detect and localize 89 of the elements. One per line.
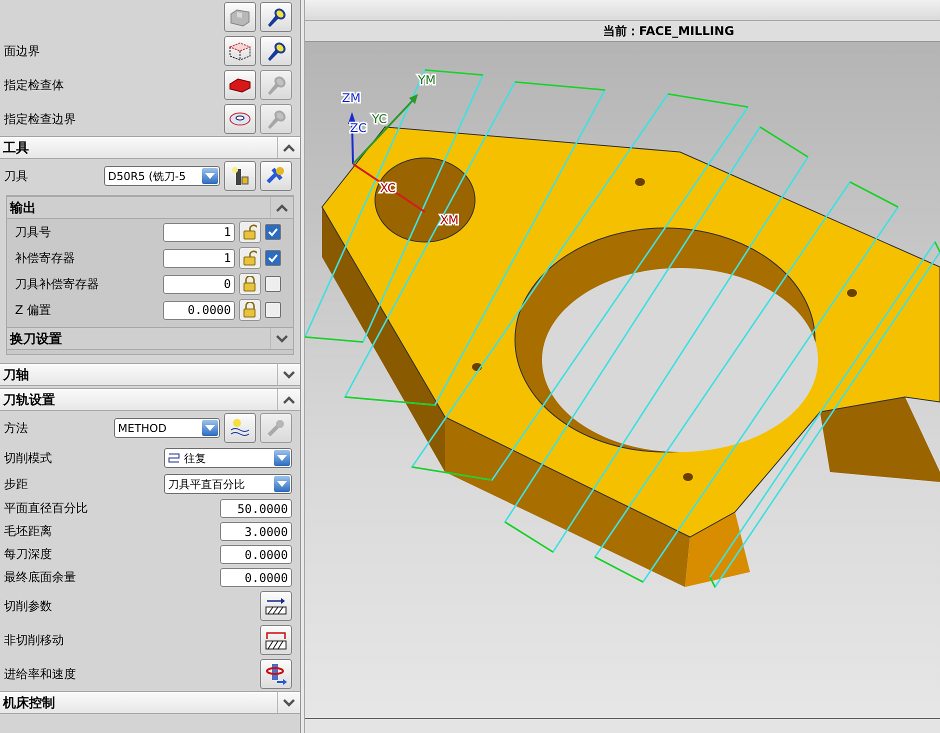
section-header[interactable]: 换刀设置 <box>7 327 293 350</box>
flashlight-icon <box>265 108 287 130</box>
axis-label: YC <box>372 112 388 126</box>
lock-button[interactable] <box>239 273 261 295</box>
field-label: 切削模式 <box>4 450 53 466</box>
checkbox[interactable] <box>265 276 281 292</box>
section-header[interactable]: 刀轨设置 <box>0 388 300 411</box>
tool-icon <box>229 165 251 187</box>
tool-settings-button[interactable] <box>260 161 292 191</box>
field-label: 切削参数 <box>4 598 53 614</box>
field-label: Z 偏置 <box>15 302 52 318</box>
field-label: 指定检查边界 <box>4 110 77 128</box>
axis-label: XM <box>440 213 459 227</box>
number-field[interactable]: 0.0000 <box>163 300 235 320</box>
section-title: 输出 <box>8 200 37 216</box>
field-label: 每刀深度 <box>4 546 53 563</box>
padlock-icon <box>243 302 257 318</box>
stepover-dropdown[interactable]: 刀具平直百分比 <box>164 474 292 494</box>
boundary-box-icon <box>228 40 252 62</box>
checkmark-icon <box>268 254 278 262</box>
edit-method-button[interactable] <box>224 413 256 443</box>
checkbox[interactable] <box>265 302 281 318</box>
flashlight-icon <box>265 74 287 96</box>
lock-button[interactable] <box>239 247 261 269</box>
section-header[interactable]: 工具 <box>0 136 300 159</box>
axis-label: ZM <box>342 91 361 105</box>
expand-chevron-icon[interactable] <box>283 698 295 706</box>
section-header[interactable]: 机床控制 <box>0 691 300 714</box>
dialog-button[interactable] <box>260 591 292 621</box>
checkmark-icon <box>268 228 278 236</box>
display-button[interactable] <box>260 2 292 32</box>
field-label: 刀具 <box>4 168 29 184</box>
solid-body-icon <box>228 76 252 94</box>
tool-dropdown[interactable]: D50R5 (铣刀-5 <box>104 166 220 186</box>
section-title: 机床控制 <box>2 694 56 712</box>
field-label: 补偿寄存器 <box>15 250 76 266</box>
cut-parameters-icon <box>264 596 288 616</box>
field-label: 刀具号 <box>15 224 52 240</box>
expand-chevron-icon[interactable] <box>283 370 295 378</box>
open-padlock-icon <box>243 250 257 266</box>
edit-tool-button[interactable] <box>224 161 256 191</box>
section-header[interactable]: 输出 <box>7 196 293 219</box>
collapse-chevron-icon[interactable] <box>283 144 295 152</box>
specify-geometry-button[interactable] <box>224 104 256 134</box>
field-label: 最终底面余量 <box>4 569 77 586</box>
checkbox[interactable] <box>265 250 281 266</box>
expand-chevron-icon[interactable] <box>276 334 288 342</box>
method-icon <box>229 417 251 439</box>
field-label: 步距 <box>4 476 29 492</box>
field-label: 平面直径百分比 <box>4 500 89 517</box>
field-label: 刀具补偿寄存器 <box>15 276 100 292</box>
feed-speed-icon <box>264 663 288 685</box>
section-header[interactable]: 刀轴 <box>0 363 300 386</box>
section-title: 刀轨设置 <box>2 392 56 408</box>
zigzag-pattern-icon <box>168 453 180 463</box>
number-field[interactable]: 0.0000 <box>220 568 292 587</box>
number-field[interactable]: 50.0000 <box>220 499 292 518</box>
wrench-icon <box>266 418 286 438</box>
flashlight-icon <box>265 40 287 62</box>
field-label: 方法 <box>4 420 29 436</box>
number-field[interactable]: 3.0000 <box>220 522 292 541</box>
open-padlock-icon <box>243 224 257 240</box>
padlock-icon <box>243 276 257 292</box>
section-title: 换刀设置 <box>8 330 63 348</box>
collapse-chevron-icon[interactable] <box>283 396 295 404</box>
field-label: 毛坯距离 <box>4 523 53 540</box>
field-label: 指定检查体 <box>4 76 65 94</box>
section-title: 工具 <box>2 140 30 156</box>
checkbox[interactable] <box>265 224 281 240</box>
flashlight-icon <box>265 6 287 28</box>
block-icon <box>229 7 251 27</box>
field-label: 进给率和速度 <box>4 666 77 682</box>
lock-button[interactable] <box>239 299 261 321</box>
field-label: 面边界 <box>4 42 41 60</box>
number-field[interactable]: 0 <box>163 274 235 294</box>
specify-geometry-button[interactable] <box>224 36 256 66</box>
lock-button[interactable] <box>239 221 261 243</box>
display-button[interactable] <box>260 36 292 66</box>
number-field[interactable]: 1 <box>163 222 235 242</box>
number-field[interactable]: 0.0000 <box>220 545 292 564</box>
method-dropdown[interactable]: METHOD <box>114 418 220 438</box>
number-field[interactable]: 1 <box>163 248 235 268</box>
specify-geometry-button[interactable] <box>224 70 256 100</box>
dialog-button[interactable] <box>260 625 292 655</box>
field-label: 非切削移动 <box>4 632 65 648</box>
section-title: 刀轴 <box>2 366 30 384</box>
cut-pattern-dropdown[interactable]: 往复 <box>164 448 292 468</box>
collapse-chevron-icon[interactable] <box>276 204 288 212</box>
status-text: 当前：FACE_MILLING <box>603 22 734 40</box>
